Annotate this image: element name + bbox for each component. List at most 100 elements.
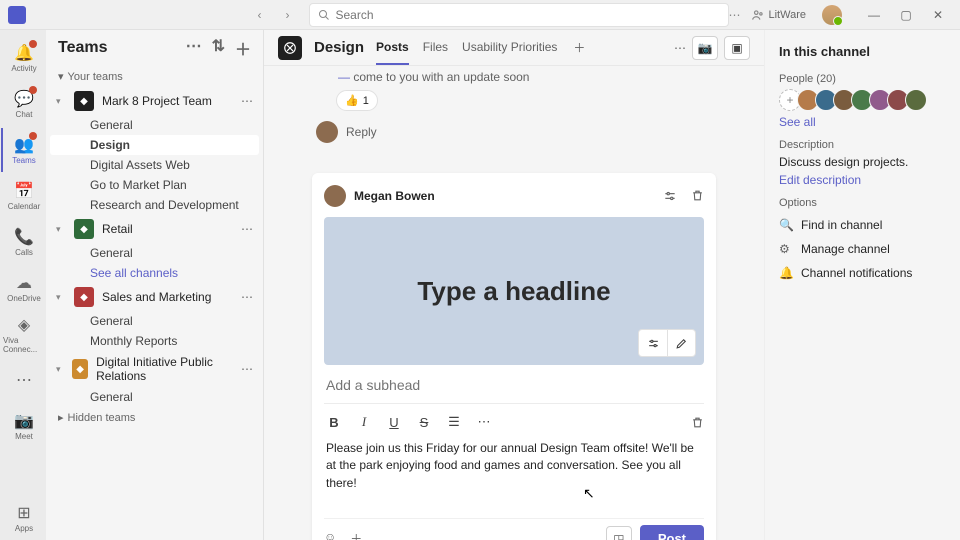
add-tab-button[interactable]: ＋ [569,38,589,58]
rail-teams[interactable]: 👥Teams [1,128,45,172]
discard-icon[interactable] [691,189,704,203]
headline-settings-icon[interactable] [639,330,667,356]
rail-meet[interactable]: 📷Meet [1,404,45,448]
open-pane-button[interactable]: ▣ [724,36,750,60]
reaction-button[interactable]: 👍1 [336,90,378,111]
attach-button[interactable]: ＋ [350,530,362,540]
channel-item[interactable]: General [50,115,259,135]
reply-button[interactable]: Reply [312,117,716,143]
author-avatar [324,185,346,207]
channel-tab[interactable]: Files [423,31,448,65]
channel-icon [278,36,302,60]
rail-onedrive[interactable]: ☁OneDrive [1,266,45,310]
search-input[interactable] [336,8,720,22]
create-team-icon[interactable]: ＋ [235,36,251,60]
rail-activity[interactable]: 🔔Activity [1,36,45,80]
list-button[interactable]: ☰ [444,412,464,432]
team-more-icon[interactable]: ⋯ [241,362,253,376]
team-icon: ◆ [74,287,94,307]
post-settings-icon[interactable] [663,189,677,203]
panel-title: Teams [58,39,108,57]
meet-button[interactable]: 📷 [692,36,718,60]
channel-item[interactable]: See all channels [50,263,259,283]
cloud-icon: ☁ [16,273,32,293]
member-avatars: + [779,89,946,111]
channel-notifications[interactable]: 🔔Channel notifications [779,261,946,285]
reply-avatar [316,121,338,143]
headline-editor[interactable]: Type a headline [324,217,704,365]
post-button[interactable]: Post [640,525,704,540]
rail-chat[interactable]: 💬Chat [1,82,45,126]
caret-icon: ▾ [56,224,66,235]
info-title: In this channel [779,44,946,59]
window-minimize[interactable]: — [860,3,888,27]
channel-item[interactable]: General [50,243,259,263]
team-more-icon[interactable]: ⋯ [241,222,253,236]
people-label: People (20) [779,73,946,85]
underline-button[interactable]: U [384,412,404,432]
composer-card: Megan Bowen Type a headline [312,173,716,540]
forward-button[interactable]: › [277,4,299,26]
headline-edit-icon[interactable] [667,330,695,356]
channel-item[interactable]: Monthly Reports [50,331,259,351]
title-bar: ‹ › ⋯ LitWare — ▢ ✕ [0,0,960,30]
window-maximize[interactable]: ▢ [892,3,920,27]
channel-item[interactable]: General [50,387,259,407]
rail-calendar[interactable]: 📅Calendar [1,174,45,218]
channel-item[interactable]: Design [50,135,259,155]
loop-button[interactable]: ◳ [606,526,632,540]
panel-more-icon[interactable]: ⋯ [186,36,202,60]
channel-tab[interactable]: Posts [376,31,409,65]
section-your-teams[interactable]: ▾Your teams [50,66,259,87]
rail-more[interactable]: ⋯ [1,358,45,402]
team-name: Retail [102,222,133,236]
member-avatar[interactable] [905,89,927,111]
bell-icon: 🔔 [779,266,793,280]
team-row[interactable]: ▾◆Mark 8 Project Team⋯ [50,87,259,115]
team-row[interactable]: ▾ ◆ Retail ⋯ [50,215,259,243]
team-icon: ◆ [72,359,88,379]
me-avatar[interactable] [822,5,842,25]
channel-tab[interactable]: Usability Priorities [462,31,557,65]
team-more-icon[interactable]: ⋯ [241,290,253,304]
emoji-button[interactable]: ☺ [324,530,336,540]
apps-icon: ⊞ [17,503,30,523]
caret-down-icon: ▾ [58,70,64,83]
team-icon: ◆ [74,219,94,239]
italic-button[interactable]: I [354,412,374,432]
channel-item[interactable]: General [50,311,259,331]
section-hidden-teams[interactable]: ▸Hidden teams [50,407,259,428]
options-label: Options [779,197,946,209]
team-more-icon[interactable]: ⋯ [241,94,253,108]
org-switcher[interactable]: LitWare [751,8,807,22]
team-row[interactable]: ▾◆Digital Initiative Public Relations⋯ [50,351,259,387]
more-icon: ⋯ [16,370,32,390]
more-icon[interactable]: ⋯ [729,8,741,22]
window-close[interactable]: ✕ [924,3,952,27]
channel-item[interactable]: Go to Market Plan [50,175,259,195]
subhead-input[interactable] [324,365,704,403]
filter-icon[interactable]: ⇅ [212,36,225,60]
description-text: Discuss design projects. [779,155,946,169]
body-text[interactable]: Please join us this Friday for our annua… [324,436,704,518]
rail-viva[interactable]: ◈Viva Connec... [1,312,45,356]
channel-item[interactable]: Research and Development [50,195,259,215]
edit-description-link[interactable]: Edit description [779,173,861,187]
headline-placeholder: Type a headline [417,276,610,307]
previous-message-tail: — come to you with an update soon 👍1 Rep… [312,70,716,143]
manage-channel[interactable]: ⚙Manage channel [779,237,946,261]
format-more-button[interactable]: ⋯ [474,412,494,432]
bold-button[interactable]: B [324,412,344,432]
team-row[interactable]: ▾◆Sales and Marketing⋯ [50,283,259,311]
rail-calls[interactable]: 📞Calls [1,220,45,264]
rail-apps[interactable]: ⊞Apps [1,496,45,540]
strike-button[interactable]: S [414,412,434,432]
channel-item[interactable]: Digital Assets Web [50,155,259,175]
find-in-channel[interactable]: 🔍Find in channel [779,213,946,237]
back-button[interactable]: ‹ [249,4,271,26]
clear-body-icon[interactable] [691,416,704,429]
caret-icon: ▾ [56,292,66,303]
channel-more-icon[interactable]: ⋯ [674,41,686,55]
see-all-link[interactable]: See all [779,115,816,129]
search-box[interactable] [309,3,729,27]
